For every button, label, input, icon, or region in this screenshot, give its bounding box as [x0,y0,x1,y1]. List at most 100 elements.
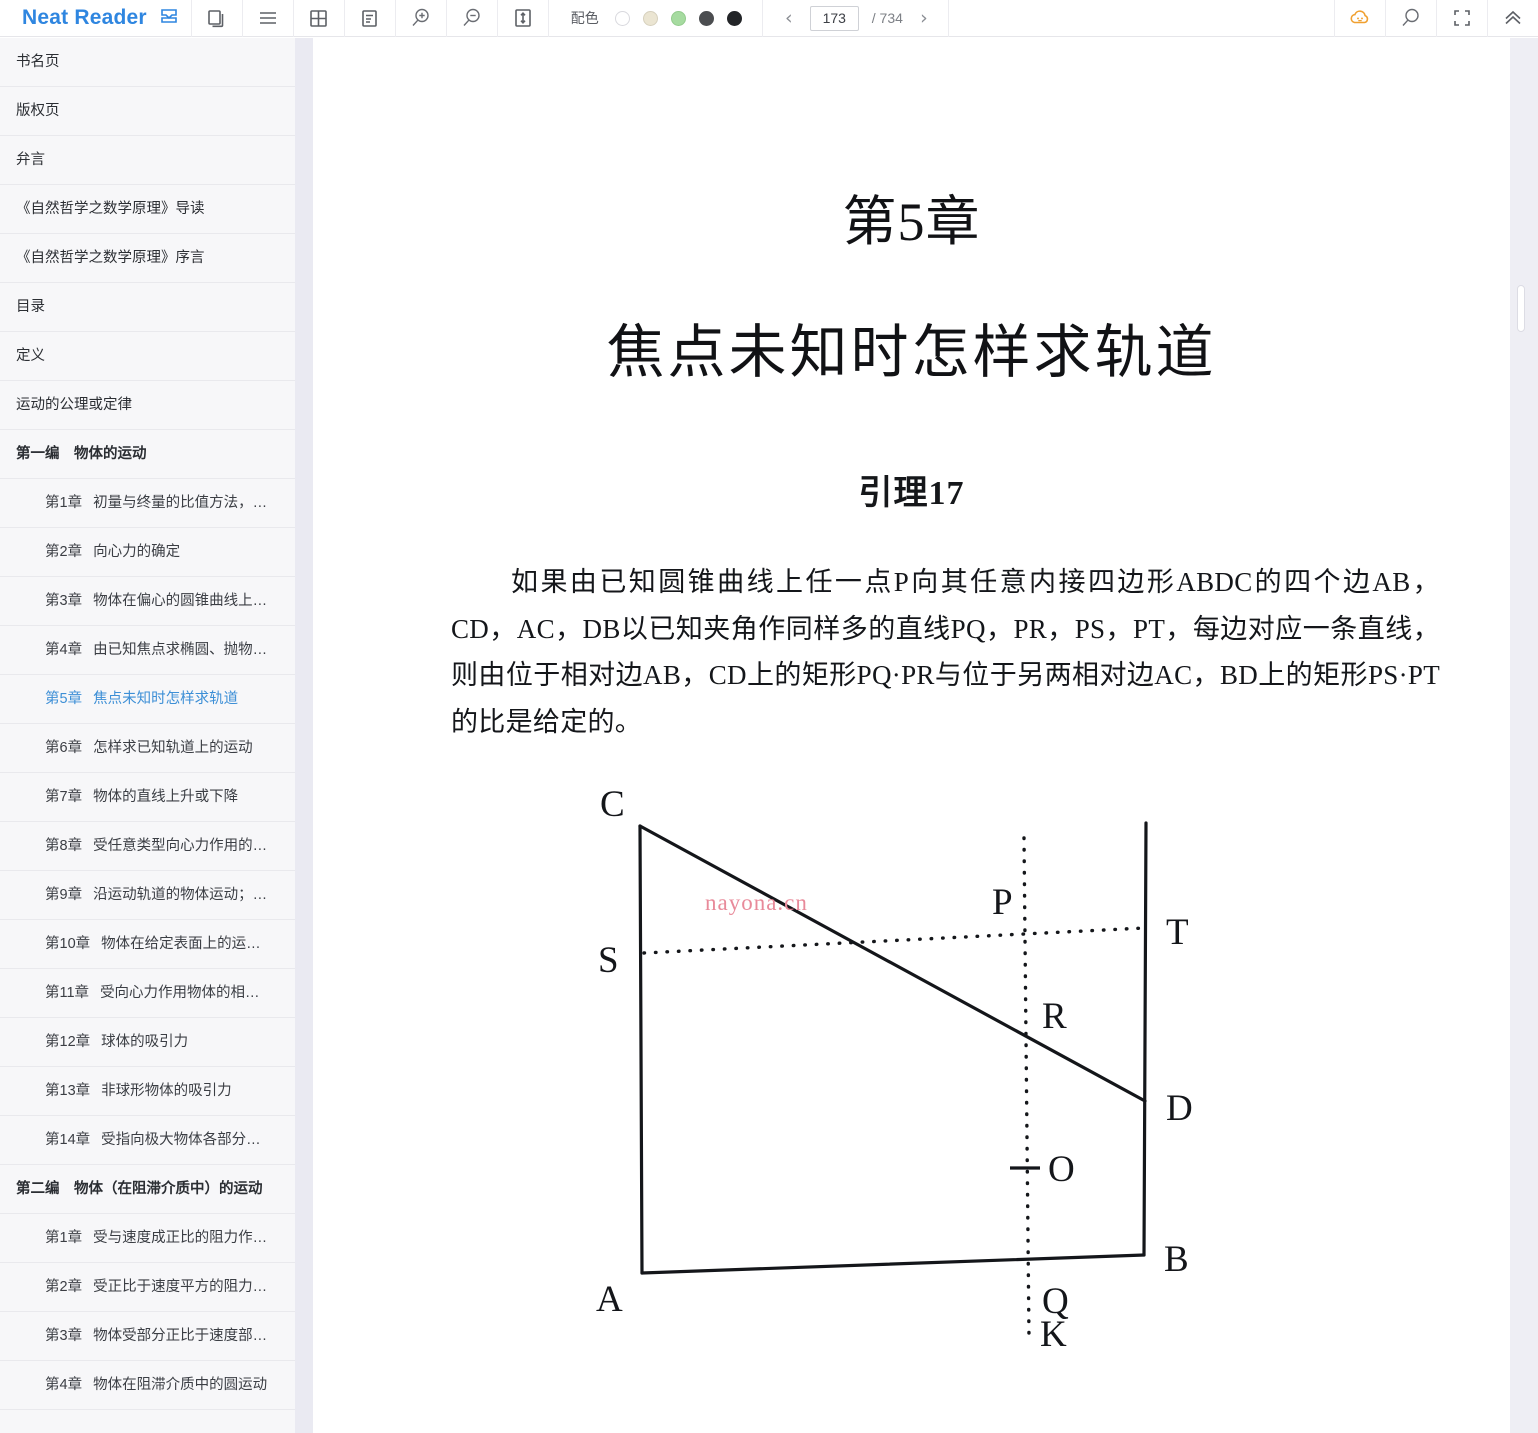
toc-item-label: 第5章 焦点未知时怎样求轨道 [45,690,238,709]
toc-item-label: 版权页 [16,102,60,119]
vertical-scrollbar-track[interactable] [1510,38,1538,1433]
chapter-title-heading: 焦点未知时怎样求轨道 [606,320,1217,386]
toc-chapter-number: 第11章 [45,984,90,1001]
total-pages-label: / 734 [871,10,903,26]
toc-chapter-title: 物体受部分正比于速度部… [93,1327,268,1344]
cloud-sync-icon[interactable] [1335,0,1385,37]
chapter-number-heading: 第5章 [842,192,981,252]
lemma-17-diagram: C S P T R D O A Q B K [596,784,1193,1348]
sidebar-item-chapter-第10章[interactable]: 第10章 物体在给定表面上的运… [0,920,295,969]
zoom-in-icon[interactable] [396,0,446,37]
toc-item-label: 书名页 [16,53,60,70]
table-of-contents-sidebar[interactable]: 书名页版权页弁言《自然哲学之数学原理》导读 《自然哲学之数学原理》序言 目录定义运动… [0,38,295,1433]
menu-icon[interactable] [243,0,293,37]
grid-icon[interactable] [294,0,344,37]
toc-chapter-number: 第1章 [45,1229,83,1246]
lemma-heading: 引理17 [858,475,965,513]
toc-chapter-number: 第14章 [45,1131,91,1148]
sidebar-item-8[interactable]: 第一编 物体的运动 [0,430,295,479]
toc-item-label: 第6章 怎样求已知轨道上的运动 [45,739,253,758]
diagram-label-S: S [598,940,619,981]
sidebar-item-chapter-第3章[interactable]: 第3章 物体在偏心的圆锥曲线上… [0,577,295,626]
diagram-label-P: P [992,882,1013,923]
reader-content-pane[interactable]: 第5章 焦点未知时怎样求轨道 引理17 如果由已知圆锥曲线上任一点P向其任意内接… [313,38,1510,1433]
swatch-dark-gray[interactable] [698,10,714,26]
sidebar-item-7[interactable]: 运动的公理或定律 [0,381,295,430]
toc-chapter-title: 受指向极大物体各部分… [101,1131,261,1148]
toc-chapter-number: 第13章 [45,1082,91,1099]
toc-chapter-number: 第1章 [45,494,83,511]
line-height-icon[interactable] [498,0,548,37]
toc-item-label: 《自然哲学之数学原理》导读 [16,200,205,217]
sidebar-item-chapter-第2章[interactable]: 第2章 受正比于速度平方的阻力… [0,1263,295,1312]
sidebar-item-chapter-第4章[interactable]: 第4章 物体在阻滞介质中的圆运动 [0,1361,295,1410]
app-brand-name: Neat Reader [22,6,147,29]
toc-item-label: 运动的公理或定律 [16,396,132,413]
sidebar-item-chapter-第1章[interactable]: 第1章 受与速度成正比的阻力作… [0,1214,295,1263]
sidebar-item-chapter-第4章[interactable]: 第4章 由已知焦点求椭圆、抛物… [0,626,295,675]
toc-chapter-title: 受正比于速度平方的阻力… [93,1278,268,1295]
sidebar-item-chapter-第12章[interactable]: 第12章 球体的吸引力 [0,1018,295,1067]
sidebar-item-2[interactable]: 弁言 [0,136,295,185]
toc-chapter-title: 怎样求已知轨道上的运动 [93,739,253,756]
diagram-label-K: K [1040,1314,1067,1348]
prev-page-button[interactable]: ‹ [781,8,797,28]
diagram-label-B: B [1164,1239,1189,1280]
toc-chapter-number: 第2章 [45,543,83,560]
sidebar-item-chapter-第1章[interactable]: 第1章 初量与终量的比值方法，… [0,479,295,528]
sidebar-item-6[interactable]: 定义 [0,332,295,381]
notes-icon[interactable] [345,0,395,37]
toc-chapter-title: 非球形物体的吸引力 [101,1082,232,1099]
sidebar-item-0[interactable]: 书名页 [0,38,295,87]
sidebar-item-chapter-第2章[interactable]: 第2章 向心力的确定 [0,528,295,577]
save-to-shelf-icon[interactable] [159,6,179,31]
toc-item-label: 第二编 物体（在阻滞介质中）的运动 [16,1180,263,1197]
next-page-button[interactable]: › [916,8,932,28]
toc-item-label: 第12章 球体的吸引力 [45,1033,188,1052]
copy-icon[interactable] [192,0,242,37]
toc-item-label: 第1章 初量与终量的比值方法，… [45,494,267,513]
body-paragraph: 如果由已知圆锥曲线上任一点P向其任意内接四边形ABDC的四个边AB，CD，AC，… [451,567,1440,738]
vertical-scrollbar-thumb[interactable] [1517,285,1525,332]
toc-item-label: 第9章 沿运动轨道的物体运动；… [45,886,267,905]
toc-chapter-title: 受向心力作用物体的相… [100,984,260,1001]
zoom-out-icon[interactable] [447,0,497,37]
brand-group[interactable]: Neat Reader [0,0,191,37]
diagram-label-O: O [1048,1149,1075,1190]
swatch-cream[interactable] [642,10,658,26]
sidebar-item-chapter-第13章[interactable]: 第13章 非球形物体的吸引力 [0,1067,295,1116]
sidebar-item-chapter-第7章[interactable]: 第7章 物体的直线上升或下降 [0,773,295,822]
sidebar-item-chapter-第6章[interactable]: 第6章 怎样求已知轨道上的运动 [0,724,295,773]
swatch-black[interactable] [726,10,742,26]
sidebar-item-4[interactable]: 《自然哲学之数学原理》序言 [0,234,295,283]
sidebar-item-chapter-第14章[interactable]: 第14章 受指向极大物体各部分… [0,1116,295,1165]
toc-chapter-title: 物体在偏心的圆锥曲线上… [93,592,268,609]
color-scheme-group: 配色 [549,0,762,37]
toc-item-label: 弁言 [16,151,45,168]
sidebar-item-chapter-第9章[interactable]: 第9章 沿运动轨道的物体运动；… [0,871,295,920]
toc-chapter-title: 受与速度成正比的阻力作… [93,1229,268,1246]
swatch-white[interactable] [614,10,630,26]
toc-chapter-title: 焦点未知时怎样求轨道 [93,690,239,707]
page-number-input[interactable] [809,5,859,31]
sidebar-item-5[interactable]: 目录 [0,283,295,332]
toc-chapter-number: 第3章 [45,1327,83,1344]
collapse-up-icon[interactable] [1488,0,1538,37]
swatch-green[interactable] [670,10,686,26]
sidebar-item-3[interactable]: 《自然哲学之数学原理》导读 [0,185,295,234]
sidebar-item-1[interactable]: 版权页 [0,87,295,136]
sidebar-item-chapter-第5章[interactable]: 第5章 焦点未知时怎样求轨道 [0,675,295,724]
toc-chapter-number: 第8章 [45,837,83,854]
toc-chapter-number: 第4章 [45,641,83,658]
sidebar-item-chapter-第11章[interactable]: 第11章 受向心力作用物体的相… [0,969,295,1018]
toc-item-label: 《自然哲学之数学原理》序言 [16,249,205,266]
toc-item-label: 目录 [16,298,45,315]
sidebar-item-chapter-第3章[interactable]: 第3章 物体受部分正比于速度部… [0,1312,295,1361]
fullscreen-icon[interactable] [1437,0,1487,37]
sidebar-item-23[interactable]: 第二编 物体（在阻滞介质中）的运动 [0,1165,295,1214]
toc-chapter-title: 球体的吸引力 [101,1033,189,1050]
sidebar-item-chapter-第8章[interactable]: 第8章 受任意类型向心力作用的… [0,822,295,871]
search-icon[interactable] [1386,0,1436,37]
diagram-label-D: D [1166,1088,1193,1129]
